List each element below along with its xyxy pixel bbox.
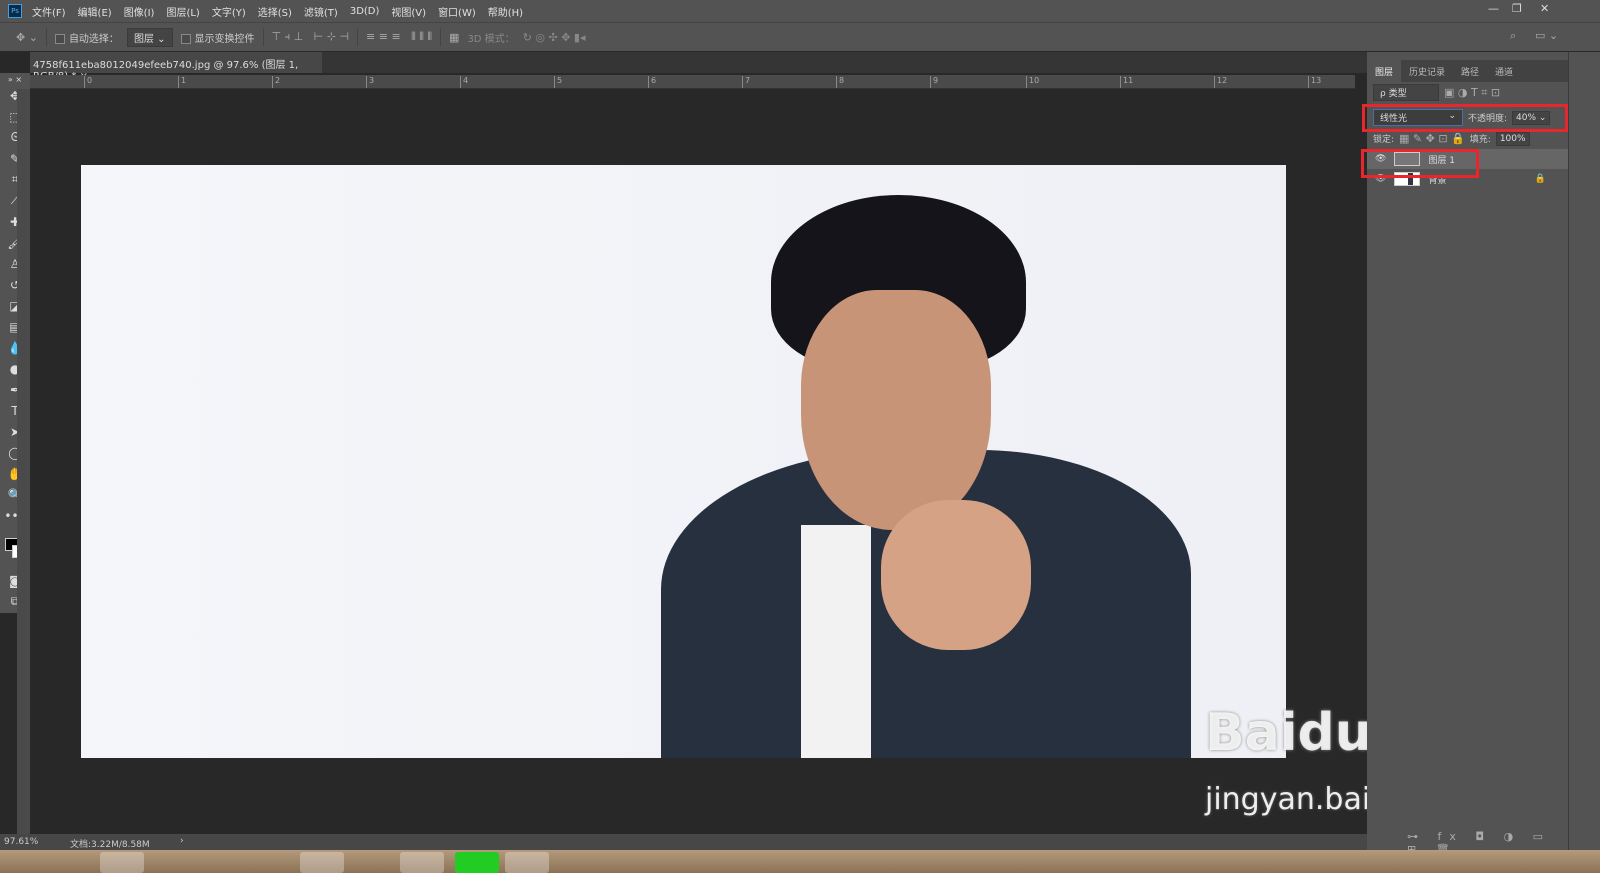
photoshop-logo: Ps: [8, 4, 22, 18]
ruler-label: 13: [1308, 76, 1321, 88]
workspace-icon[interactable]: ▭ ⌄: [1535, 29, 1558, 42]
document-size: 文档:3.22M/8.58M: [70, 840, 150, 850]
menu-edit[interactable]: 编辑(E): [78, 4, 112, 19]
ruler-horizontal: 0 1 2 3 4 5 6 7 8 9 10 11 12 13: [30, 75, 1355, 89]
restore-icon[interactable]: ❐: [1512, 2, 1522, 15]
panel-collapse-icon[interactable]: » ×: [0, 73, 30, 85]
document-image[interactable]: [81, 165, 1286, 758]
highlight-layer-1: [1361, 149, 1479, 178]
taskbar-app[interactable]: [455, 852, 499, 873]
auto-select-target-dropdown[interactable]: 图层 ⌄: [126, 27, 173, 47]
ruler-label: 10: [1026, 76, 1039, 88]
menu-help[interactable]: 帮助(H): [488, 4, 523, 19]
taskbar-app[interactable]: [100, 852, 144, 873]
3d-tool-icons[interactable]: ↻ ◎ ✣ ✥ ▮◂: [523, 31, 586, 44]
fill-label: 填充:: [1469, 135, 1491, 145]
ruler-label: 2: [272, 76, 280, 88]
ruler-label: 1: [178, 76, 186, 88]
panel-tabs: 图层 历史记录 路径 通道: [1367, 60, 1568, 82]
ruler-label: 4: [460, 76, 468, 88]
ruler-label: 11: [1120, 76, 1133, 88]
menu-image[interactable]: 图像(I): [124, 4, 155, 19]
menu-filter[interactable]: 滤镜(T): [304, 4, 338, 19]
tab-paths[interactable]: 路径: [1453, 60, 1487, 82]
taskbar-app[interactable]: [505, 852, 549, 873]
target-value: 图层: [133, 33, 154, 45]
filter-kind-dropdown[interactable]: ρ 类型: [1373, 84, 1439, 101]
distribute-icons[interactable]: ≡ ≡ ≡ ⫴ ⫴ ⫴: [366, 30, 432, 44]
show-transform-label: 显示变换控件: [194, 33, 255, 45]
ruler-label: 0: [84, 76, 92, 88]
layer-filter-row: ρ 类型 ▣ ◑ T ⌗ ⊡: [1367, 82, 1568, 103]
taskbar-app[interactable]: [400, 852, 444, 873]
menu-view[interactable]: 视图(V): [391, 4, 426, 19]
tab-history[interactable]: 历史记录: [1401, 60, 1453, 82]
menu-file[interactable]: 文件(F): [32, 4, 66, 19]
fill-value: 100%: [1499, 133, 1526, 144]
lock-icons[interactable]: ▦ ✎ ✥ ⊡ 🔒: [1399, 132, 1465, 145]
zoom-level[interactable]: 97.61%: [4, 837, 38, 847]
menu-layer[interactable]: 图层(L): [166, 4, 199, 19]
photo-shirt: [801, 525, 871, 758]
options-bar: ✥ ⌄ 自动选择： 图层 ⌄ 显示变换控件 ⊤ ⫞ ⊥ ⊢ ⊹ ⊣ ≡ ≡ ≡ …: [0, 22, 1600, 51]
ruler-label: 3: [366, 76, 374, 88]
auto-align-icon[interactable]: ▦: [449, 31, 459, 44]
ruler-label: 8: [836, 76, 844, 88]
ruler-label: 12: [1214, 76, 1227, 88]
panel-dock-strip: [1568, 52, 1600, 850]
photo-hand: [881, 500, 1031, 650]
search-icon[interactable]: ⌕: [1510, 29, 1516, 43]
status-menu-arrow[interactable]: ›: [180, 836, 184, 846]
ruler-label: 5: [554, 76, 562, 88]
minimize-icon[interactable]: —: [1488, 2, 1499, 15]
divider: [357, 28, 359, 46]
ruler-vertical: [17, 89, 30, 834]
align-icons[interactable]: ⊤ ⫞ ⊥ ⊢ ⊹ ⊣: [272, 30, 350, 44]
document-tab-bar: 4758f611eba8012049efeeb740.jpg @ 97.6% (…: [30, 52, 1367, 82]
filter-icons[interactable]: ▣ ◑ T ⌗ ⊡: [1444, 86, 1500, 100]
menu-bar: Ps 文件(F) 编辑(E) 图像(I) 图层(L) 文字(Y) 选择(S) 滤…: [0, 0, 1600, 22]
auto-select-label: 自动选择：: [68, 33, 119, 45]
filter-value: ρ 类型: [1380, 89, 1407, 99]
document-tab[interactable]: 4758f611eba8012049efeeb740.jpg @ 97.6% (…: [30, 52, 322, 82]
windows-taskbar: [0, 850, 1600, 873]
highlight-blend-opacity: [1362, 104, 1568, 132]
show-transform-checkbox[interactable]: 显示变换控件: [180, 30, 255, 45]
divider: [45, 28, 47, 46]
status-bar: 97.61% 文档:3.22M/8.58M ›: [0, 834, 1367, 850]
menu-select[interactable]: 选择(S): [258, 4, 292, 19]
ruler-label: 9: [930, 76, 938, 88]
lock-icon: 🔒: [1534, 174, 1546, 184]
menu-3d[interactable]: 3D(D): [350, 6, 380, 17]
auto-select-checkbox[interactable]: 自动选择：: [54, 30, 119, 45]
lock-label: 锁定:: [1373, 135, 1395, 145]
close-icon[interactable]: ✕: [1540, 2, 1549, 15]
ruler-label: 6: [648, 76, 656, 88]
divider: [440, 28, 442, 46]
tab-channels[interactable]: 通道: [1487, 60, 1521, 82]
menu-type[interactable]: 文字(Y): [212, 4, 246, 19]
fill-input[interactable]: 100%: [1495, 131, 1530, 146]
photo-face: [801, 290, 991, 530]
3d-mode-label: 3D 模式：: [467, 33, 515, 45]
tab-layers[interactable]: 图层: [1367, 60, 1402, 82]
taskbar-app[interactable]: [300, 852, 344, 873]
menu-window[interactable]: 窗口(W): [438, 4, 476, 19]
divider: [262, 28, 264, 46]
ruler-label: 7: [742, 76, 750, 88]
move-tool-icon[interactable]: ✥ ⌄: [16, 31, 38, 44]
